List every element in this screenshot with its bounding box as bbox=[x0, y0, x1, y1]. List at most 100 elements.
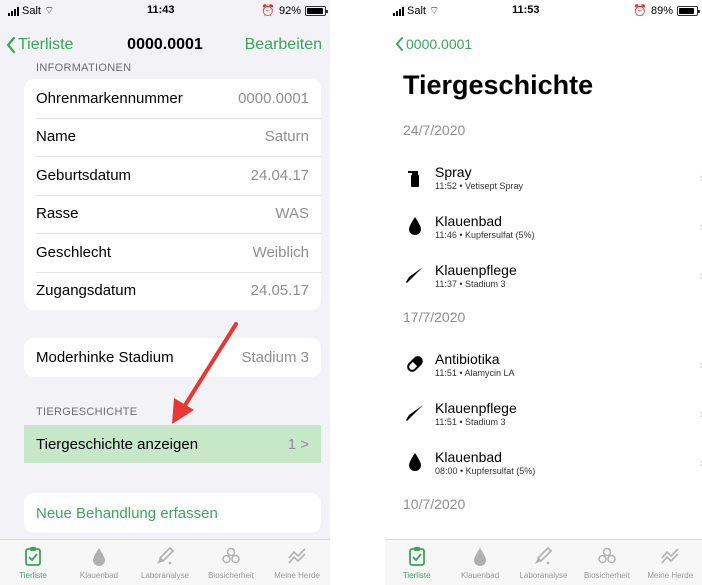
tab-label: Biosicherheit bbox=[583, 571, 630, 580]
tab-bar: Tierliste Klauenbad Laboranalyse Biosicherh… bbox=[0, 539, 330, 585]
battery-area: ⏰ 89% bbox=[633, 4, 700, 17]
history-row[interactable]: Tiergeschichte anzeigen 1 > bbox=[24, 425, 321, 463]
back-button[interactable]: 0000.0001 bbox=[395, 36, 472, 52]
history-count: 1 > bbox=[288, 436, 309, 453]
info-row[interactable]: Geburtsdatum 24.04.17 bbox=[24, 156, 321, 195]
tab-meine-herde-icon bbox=[287, 546, 307, 571]
section-header-history: TIERGESCHICHTE bbox=[36, 406, 138, 418]
entry-detail: 11:52 • Vetisept Spray bbox=[435, 180, 524, 191]
history-entry[interactable]: Antibiotika11:51 • Alamycin LA› bbox=[403, 341, 702, 387]
carrier: Salt ⌔ bbox=[8, 4, 54, 18]
tab-tierliste[interactable]: Tierliste bbox=[386, 546, 448, 580]
signal-icon bbox=[8, 6, 19, 16]
history-entry[interactable]: Spray11:52 • Vetisept Spray› bbox=[403, 154, 702, 200]
tab-biosicherheit-icon bbox=[597, 546, 617, 571]
stage-value: Stadium 3 bbox=[241, 348, 309, 366]
tab-laboranalyse-icon bbox=[533, 546, 553, 571]
date-header: 10/7/2020 bbox=[403, 496, 466, 512]
tab-meine-herde[interactable]: Meine Herde bbox=[266, 546, 328, 580]
spray-icon bbox=[403, 165, 427, 189]
info-row[interactable]: Name Saturn bbox=[24, 117, 321, 157]
battery-icon bbox=[677, 5, 700, 16]
entry-name: Spray bbox=[435, 163, 472, 180]
left-screen: Salt ⌔ 11:43 ⏰ 92% Tierliste 0000.0001 B… bbox=[0, 0, 330, 585]
entry-texts: Klauenpflege 11:51 • Stadium 3 bbox=[435, 400, 700, 427]
section-header-info: INFORMATIONEN bbox=[36, 62, 132, 74]
tab-tierliste-icon bbox=[23, 546, 43, 571]
history-entry[interactable]: Klauenbad08:00 • Kupfersulfat (5%)› bbox=[403, 439, 702, 485]
drop-icon bbox=[403, 450, 427, 474]
back-label: 0000.0001 bbox=[406, 36, 473, 52]
info-label: Geschlecht bbox=[36, 243, 112, 261]
tab-tierliste[interactable]: Tierliste bbox=[2, 546, 64, 580]
pill-icon bbox=[403, 352, 427, 376]
wifi-icon: ⌔ bbox=[43, 5, 55, 17]
date-header: 17/7/2020 bbox=[403, 309, 466, 325]
entry-name: Antibiotika bbox=[435, 350, 500, 367]
entry-name: Klauenpflege bbox=[435, 261, 517, 278]
info-label: Name bbox=[36, 128, 77, 146]
nav-bar: Tierliste 0000.0001 Bearbeiten bbox=[0, 30, 330, 60]
info-label: Geburtsdatum bbox=[36, 166, 132, 184]
annotation-arrow bbox=[172, 322, 238, 424]
right-screen: Salt ⌔ 11:53 ⏰ 89% 0000.0001 Tiergeschic… bbox=[385, 0, 702, 585]
carrier: Salt ⌔ bbox=[393, 4, 439, 18]
tab-klauenbad[interactable]: Klauenbad bbox=[68, 546, 130, 580]
tab-label: Klauenbad bbox=[79, 571, 119, 580]
wifi-icon: ⌔ bbox=[428, 5, 440, 17]
tab-biosicherheit[interactable]: Biosicherheit bbox=[200, 546, 262, 580]
entry-detail: 08:00 • Kupfersulfat (5%) bbox=[435, 465, 536, 476]
tab-meine-herde[interactable]: Meine Herde bbox=[639, 546, 701, 580]
history-count-value: 1 bbox=[287, 435, 297, 453]
info-row[interactable]: Ohrenmarkennummer 0000.0001 bbox=[24, 79, 321, 118]
tab-label: Meine Herde bbox=[647, 571, 694, 580]
new-treatment-button[interactable]: Neue Behandlung erfassen bbox=[24, 493, 321, 533]
status-bar: Salt ⌔ 11:53 ⏰ 89% bbox=[385, 0, 702, 22]
tab-klauenbad-icon bbox=[89, 546, 109, 571]
chevron-right-icon: > bbox=[300, 435, 309, 453]
tab-laboranalyse[interactable]: Laboranalyse bbox=[134, 546, 196, 580]
status-time: 11:43 bbox=[147, 4, 175, 16]
tab-biosicherheit[interactable]: Biosicherheit bbox=[576, 546, 638, 580]
entry-detail: 11:51 • Stadium 3 bbox=[435, 416, 506, 427]
drop-icon bbox=[403, 214, 427, 238]
entry-texts: Klauenbad 08:00 • Kupfersulfat (5%) bbox=[435, 449, 700, 476]
status-time: 11:53 bbox=[512, 4, 540, 16]
info-row[interactable]: Rasse WAS bbox=[24, 194, 321, 234]
battery-percent: 92% bbox=[278, 4, 301, 17]
entry-detail: 11:46 • Kupfersulfat (5%) bbox=[435, 229, 535, 240]
tab-label: Biosicherheit bbox=[208, 571, 254, 580]
info-row[interactable]: Geschlecht Weiblich bbox=[24, 233, 321, 272]
info-label: Zugangsdatum bbox=[36, 282, 137, 300]
history-entry[interactable]: Klauenbad11:46 • Kupfersulfat (5%)› bbox=[403, 203, 702, 249]
stage-label: Moderhinke Stadium bbox=[36, 348, 174, 366]
info-label: Rasse bbox=[36, 205, 79, 223]
status-bar: Salt ⌔ 11:43 ⏰ 92% bbox=[0, 0, 330, 22]
history-entry[interactable]: Klauenpflege11:37 • Stadium 3› bbox=[403, 252, 702, 298]
tab-label: Tierliste bbox=[19, 571, 47, 580]
signal-icon bbox=[393, 6, 404, 16]
edit-button[interactable]: Bearbeiten bbox=[245, 36, 322, 54]
info-value: Weiblich bbox=[252, 243, 309, 261]
tab-bar: Tierliste Klauenbad Laboranalyse Biosicherh… bbox=[385, 539, 702, 585]
battery-area: ⏰ 92% bbox=[261, 4, 328, 17]
history-row-label: Tiergeschichte anzeigen bbox=[36, 435, 199, 453]
entry-texts: Spray 11:52 • Vetisept Spray bbox=[435, 164, 700, 191]
tab-laboranalyse[interactable]: Laboranalyse bbox=[512, 546, 574, 580]
tab-label: Laboranalyse bbox=[140, 571, 190, 580]
carrier-label: Salt bbox=[407, 5, 426, 17]
battery-percent: 89% bbox=[650, 4, 673, 17]
date-header: 24/7/2020 bbox=[403, 122, 466, 138]
tab-laboranalyse-icon bbox=[155, 546, 175, 571]
entry-detail: 11:51 • Alamycin LA bbox=[435, 367, 515, 378]
tab-klauenbad-icon bbox=[470, 546, 490, 571]
chevron-left-icon bbox=[395, 37, 404, 51]
tab-meine-herde-icon bbox=[660, 546, 680, 571]
tab-label: Tierliste bbox=[402, 571, 431, 580]
entry-texts: Klauenpflege 11:37 • Stadium 3 bbox=[435, 262, 700, 289]
history-entry[interactable]: Klauenpflege11:51 • Stadium 3› bbox=[403, 390, 702, 436]
info-row[interactable]: Zugangsdatum 24.05.17 bbox=[24, 271, 321, 311]
battery-icon bbox=[305, 5, 328, 16]
tab-klauenbad[interactable]: Klauenbad bbox=[449, 546, 511, 580]
entry-texts: Klauenbad 11:46 • Kupfersulfat (5%) bbox=[435, 213, 700, 240]
